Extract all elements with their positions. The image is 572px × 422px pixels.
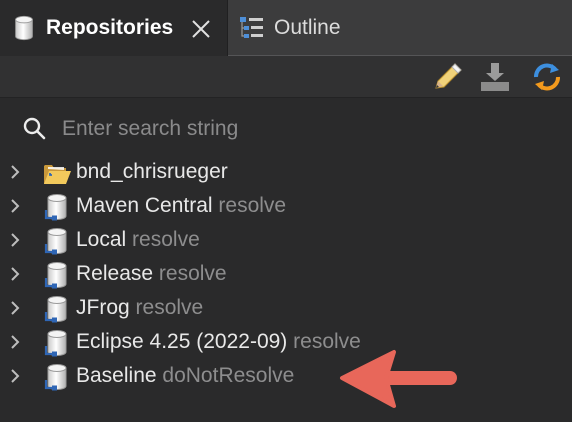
repository-icon [42, 260, 72, 290]
tree-item-baseline[interactable]: Baseline doNotResolve [0, 359, 572, 393]
tree-item-action: resolve [218, 194, 287, 217]
tree-item-action: doNotResolve [162, 364, 295, 387]
close-icon[interactable] [190, 18, 212, 40]
tree-item-bnd-chrisrueger[interactable]: bnd_chrisrueger [0, 155, 572, 189]
repository-icon [42, 328, 72, 358]
tab-repositories[interactable]: Repositories [0, 0, 228, 56]
chevron-right-icon[interactable] [6, 367, 24, 385]
repository-icon [42, 192, 72, 222]
tab-outline[interactable]: Outline [228, 0, 388, 56]
tree-item-name: Baseline [76, 364, 157, 387]
tree-item-maven-central[interactable]: Maven Central resolve [0, 189, 572, 223]
tree-item-action: resolve [158, 262, 227, 285]
chevron-right-icon[interactable] [6, 197, 24, 215]
chevron-right-icon[interactable] [6, 265, 24, 283]
tree-item-name: Local [76, 228, 127, 251]
chevron-right-icon[interactable] [6, 163, 24, 181]
tree-item-name: Maven Central [76, 194, 213, 217]
search-bar [0, 110, 572, 146]
tree-item-eclipse[interactable]: Eclipse 4.25 (2022-09) resolve [0, 325, 572, 359]
view-toolbar [0, 56, 572, 98]
tree-item-name: JFrog [76, 296, 130, 319]
refresh-icon[interactable] [528, 60, 566, 94]
repository-icon [42, 362, 72, 392]
view-tab-bar: Repositories Outline [0, 0, 572, 56]
tree-item-jfrog[interactable]: JFrog resolve [0, 291, 572, 325]
tree-item-release[interactable]: Release resolve [0, 257, 572, 291]
search-icon [23, 117, 46, 140]
chevron-right-icon[interactable] [6, 333, 24, 351]
search-input[interactable] [60, 112, 544, 146]
import-icon[interactable] [476, 60, 514, 94]
repository-tree: bnd_chrisrueger Maven Central resolve Lo… [0, 155, 572, 393]
pencil-icon[interactable] [428, 60, 466, 94]
repository-icon [42, 294, 72, 324]
repositories-view: Repositories Outline Enter search string… [0, 0, 572, 422]
outline-icon [240, 17, 263, 38]
tree-item-action: resolve [132, 228, 200, 251]
tree-item-action: resolve [135, 296, 204, 319]
database-icon [10, 12, 38, 44]
chevron-right-icon[interactable] [6, 231, 24, 249]
tree-item-name: Release [76, 262, 154, 285]
folder-open-icon [44, 165, 71, 184]
tree-item-local[interactable]: Local resolve [0, 223, 572, 257]
tab-outline-label: Outline [274, 16, 341, 39]
chevron-right-icon[interactable] [6, 299, 24, 317]
tab-repositories-label: Repositories [46, 16, 174, 39]
repository-icon [42, 226, 72, 256]
annotation-arrow-icon [340, 350, 457, 408]
tree-item-name: Eclipse 4.25 (2022-09) [76, 330, 288, 353]
tree-item-name: bnd_chrisrueger [76, 160, 228, 183]
